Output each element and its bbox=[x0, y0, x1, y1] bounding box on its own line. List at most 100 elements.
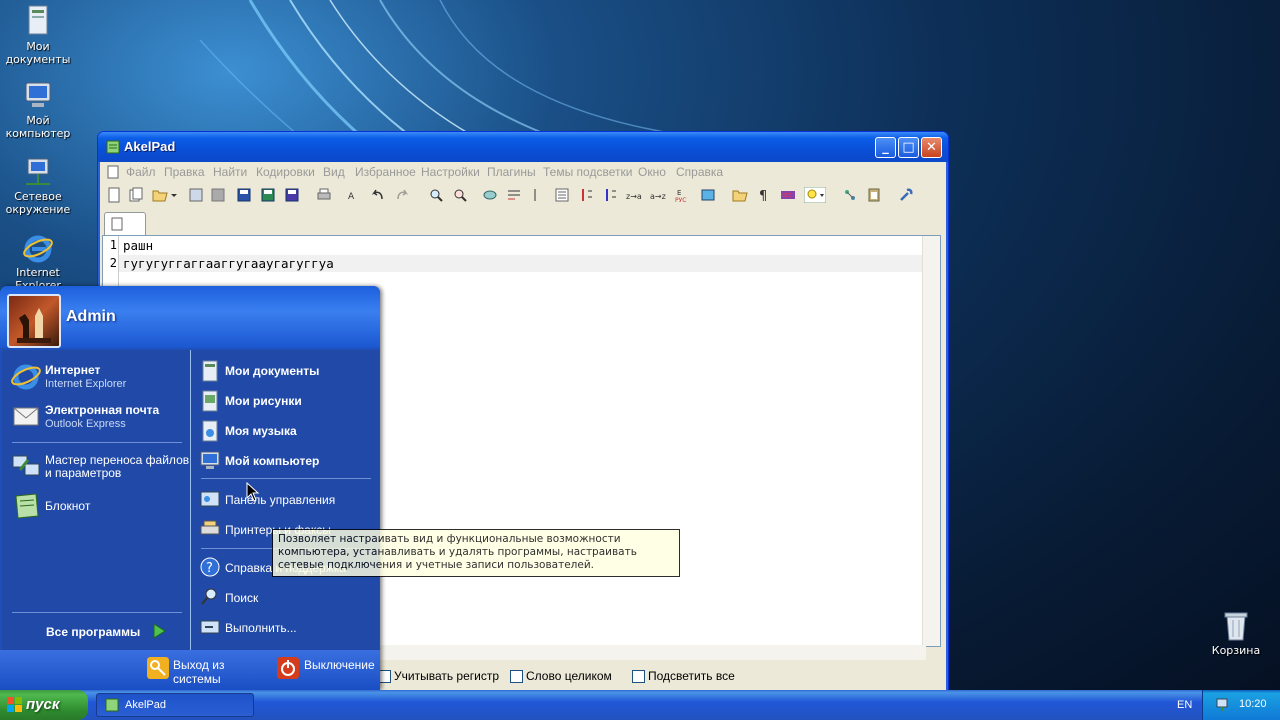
settings-wrench-icon[interactable] bbox=[898, 187, 914, 203]
sort-asc-icon[interactable] bbox=[578, 187, 594, 203]
shutdown-button[interactable]: Выключение bbox=[275, 650, 375, 690]
save-as-icon[interactable] bbox=[260, 187, 276, 203]
all-programs-button[interactable]: Все программы bbox=[46, 625, 140, 639]
menu-settings[interactable]: Настройки bbox=[421, 165, 480, 179]
menu-encodings[interactable]: Кодировки bbox=[256, 165, 315, 179]
shutdown-label: Выключение bbox=[304, 658, 375, 672]
vertical-scrollbar[interactable] bbox=[922, 236, 940, 646]
akelpad-icon bbox=[105, 698, 119, 712]
svg-text:z→a: z→a bbox=[626, 192, 642, 201]
place-title: Выполнить... bbox=[225, 621, 297, 635]
document-tab[interactable] bbox=[104, 212, 146, 235]
reopen-icon[interactable] bbox=[188, 187, 204, 203]
pinned-internet[interactable]: Интернет Internet Explorer bbox=[2, 360, 188, 396]
save-disabled-icon[interactable] bbox=[210, 187, 226, 203]
tab-row bbox=[102, 210, 944, 235]
case-lower-icon[interactable]: a→z bbox=[650, 187, 666, 203]
pinned-subtitle: Outlook Express bbox=[45, 418, 126, 430]
clipboard-icon[interactable] bbox=[866, 187, 882, 203]
desktop-icon-network[interactable]: Сетевое окружение bbox=[0, 156, 76, 216]
clock[interactable]: 10:20 bbox=[1239, 698, 1267, 710]
minimize-icon: _ bbox=[882, 140, 889, 155]
find-icon[interactable] bbox=[428, 187, 444, 203]
svg-text:HEX: HEX bbox=[781, 193, 792, 199]
open-folder-icon[interactable] bbox=[152, 187, 168, 203]
key-icon bbox=[147, 657, 169, 679]
transliterate-icon[interactable]: EРУС bbox=[674, 187, 690, 203]
close-button[interactable]: ✕ bbox=[921, 137, 942, 158]
place-title: Панель управления bbox=[225, 493, 336, 507]
dropdown-arrow-icon[interactable] bbox=[170, 187, 178, 203]
menu-help[interactable]: Справка bbox=[676, 165, 723, 179]
redo-icon[interactable] bbox=[394, 187, 410, 203]
menu-themes[interactable]: Темы подсветки bbox=[543, 165, 632, 179]
network-tray-icon[interactable] bbox=[1215, 697, 1231, 713]
title-bar[interactable]: AkelPad _ □ ✕ bbox=[98, 132, 948, 162]
recent-notepad[interactable]: Блокнот bbox=[2, 488, 188, 524]
mail-icon bbox=[13, 407, 39, 426]
minimize-button[interactable]: _ bbox=[875, 137, 896, 158]
menu-window[interactable]: Окно bbox=[638, 165, 666, 179]
toolbar: A z→a a→z E РУС ¶ HEX bbox=[102, 184, 944, 208]
place-my-music[interactable]: Моя музыка bbox=[191, 420, 377, 444]
place-search[interactable]: Поиск bbox=[191, 586, 377, 610]
text-line[interactable]: рашн bbox=[123, 238, 153, 253]
wrap-icon[interactable] bbox=[506, 187, 522, 203]
place-run[interactable]: Выполнить... bbox=[191, 616, 377, 640]
new-window-icon[interactable] bbox=[128, 187, 144, 203]
start-button[interactable]: пуск bbox=[0, 690, 88, 720]
place-my-computer[interactable]: Мой компьютер bbox=[191, 450, 377, 474]
replace-icon[interactable] bbox=[452, 187, 468, 203]
text-line[interactable]: гугугуггаггааггугааугагуггуа bbox=[123, 256, 334, 271]
case-upper-icon[interactable]: z→a bbox=[626, 187, 642, 203]
desktop-icon-ie[interactable]: Internet Explorer bbox=[0, 232, 76, 292]
menu-file[interactable]: Файл bbox=[126, 165, 156, 179]
place-title: Мой компьютер bbox=[225, 454, 320, 468]
list-icon[interactable] bbox=[554, 187, 570, 203]
pinned-email[interactable]: Электронная почта Outlook Express bbox=[2, 400, 188, 436]
menu-bar: Файл Правка Найти Кодировки Вид Избранно… bbox=[102, 162, 944, 182]
color-theme-icon[interactable] bbox=[700, 187, 716, 203]
menu-plugins[interactable]: Плагины bbox=[487, 165, 536, 179]
taskbar-button-label: AkelPad bbox=[125, 699, 166, 711]
lightbulb-icon[interactable] bbox=[804, 187, 826, 203]
highlight-all-checkbox[interactable] bbox=[632, 670, 645, 683]
ie-icon bbox=[11, 364, 41, 390]
desktop-icon-recycle-bin[interactable]: Корзина bbox=[1198, 610, 1274, 657]
tooltip-text: Позволяет настраивать вид и функциональн… bbox=[278, 533, 637, 571]
line-number: 2 bbox=[109, 256, 117, 270]
save-icon[interactable] bbox=[236, 187, 252, 203]
place-my-documents[interactable]: Мои документы bbox=[191, 360, 377, 384]
hex-icon[interactable]: HEX bbox=[780, 187, 796, 203]
plugin-icon[interactable] bbox=[842, 187, 858, 203]
save-all-icon[interactable] bbox=[284, 187, 300, 203]
taskbar-button-akelpad[interactable]: AkelPad bbox=[96, 693, 254, 717]
menu-favorites[interactable]: Избранное bbox=[355, 165, 416, 179]
whole-word-checkbox[interactable] bbox=[510, 670, 523, 683]
svg-text:?: ? bbox=[206, 561, 213, 576]
menu-view[interactable]: Вид bbox=[323, 165, 345, 179]
select-all-icon[interactable]: A bbox=[346, 187, 362, 203]
desktop-icon-my-documents[interactable]: Мои документы bbox=[0, 4, 76, 66]
document-icon bbox=[111, 217, 123, 231]
language-indicator[interactable]: EN bbox=[1177, 699, 1192, 711]
open-folder-2-icon[interactable] bbox=[732, 187, 748, 203]
ie-icon bbox=[23, 235, 53, 263]
pilcrow-icon[interactable]: ¶ bbox=[756, 187, 772, 203]
place-control-panel[interactable]: Панель управления bbox=[191, 488, 377, 512]
logoff-button[interactable]: Выход из системы bbox=[145, 650, 270, 690]
undo-icon[interactable] bbox=[370, 187, 386, 203]
new-file-icon[interactable] bbox=[106, 187, 122, 203]
desktop-icon-my-computer[interactable]: Мой компьютер bbox=[0, 80, 76, 140]
goto-icon[interactable] bbox=[482, 187, 498, 203]
menu-find[interactable]: Найти bbox=[213, 165, 247, 179]
avatar[interactable] bbox=[7, 294, 61, 348]
notepad-icon bbox=[15, 493, 39, 519]
recent-transfer-wizard[interactable]: Мастер переноса файлов и параметров bbox=[2, 448, 189, 484]
menu-edit[interactable]: Правка bbox=[164, 165, 205, 179]
place-my-pictures[interactable]: Мои рисунки bbox=[191, 390, 377, 414]
maximize-button[interactable]: □ bbox=[898, 137, 919, 158]
sort-desc-icon[interactable] bbox=[602, 187, 618, 203]
svg-text:a→z: a→z bbox=[650, 192, 666, 201]
print-icon[interactable] bbox=[316, 187, 332, 203]
